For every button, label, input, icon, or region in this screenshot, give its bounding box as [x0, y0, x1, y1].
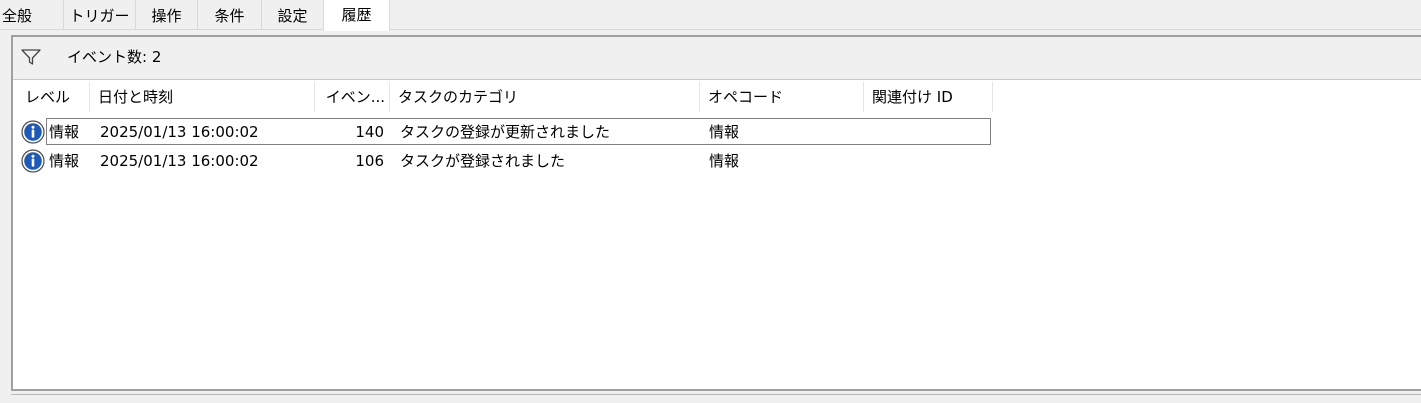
- cell-level: 情報: [49, 152, 80, 170]
- column-header-task-category[interactable]: タスクのカテゴリ: [390, 82, 700, 112]
- tab-settings[interactable]: 設定: [262, 0, 324, 29]
- tab-history[interactable]: 履歴: [323, 0, 390, 31]
- cell-level: 情報: [49, 123, 80, 141]
- history-panel: イベント数: 2 レベル 日付と時刻 イベン... タスクのカテゴリ オペコード…: [11, 35, 1421, 391]
- table-row[interactable]: 情報 2025/01/13 16:00:02 106 タスクが登録されました 情…: [15, 147, 991, 175]
- tab-general[interactable]: 全般: [0, 0, 64, 29]
- information-icon: [21, 120, 45, 144]
- tab-actions[interactable]: 操作: [136, 0, 198, 29]
- column-header-event-id[interactable]: イベン...: [315, 82, 390, 112]
- column-header-correlation-id[interactable]: 関連付け ID: [864, 82, 993, 112]
- filter-icon[interactable]: [21, 48, 41, 66]
- cell-task-category: タスクの登録が更新されました: [400, 123, 611, 141]
- cell-opcode: 情報: [709, 123, 740, 141]
- information-icon: [21, 149, 45, 173]
- cell-event-id: 140: [355, 123, 384, 141]
- filter-bar: イベント数: 2: [13, 37, 1421, 80]
- column-header-opcode[interactable]: オペコード: [700, 82, 864, 112]
- tab-strip: 全般 トリガー 操作 条件 設定 履歴: [0, 0, 1421, 31]
- table-row[interactable]: 情報 2025/01/13 16:00:02 140 タスクの登録が更新されまし…: [15, 118, 991, 146]
- tab-strip-divider: [0, 29, 1421, 30]
- cell-correlation-id: [872, 118, 992, 146]
- cell-correlation-id: [872, 147, 992, 175]
- cell-task-category: タスクが登録されました: [400, 152, 566, 170]
- cell-event-id: 106: [355, 152, 384, 170]
- cell-datetime: 2025/01/13 16:00:02: [100, 123, 259, 141]
- column-header-datetime[interactable]: 日付と時刻: [90, 82, 315, 112]
- column-header-row: レベル 日付と時刻 イベン... タスクのカテゴリ オペコード 関連付け ID: [13, 82, 993, 112]
- cell-opcode: 情報: [709, 152, 740, 170]
- column-header-level[interactable]: レベル: [15, 82, 90, 112]
- tab-conditions[interactable]: 条件: [198, 0, 262, 29]
- tab-triggers[interactable]: トリガー: [64, 0, 136, 29]
- cell-datetime: 2025/01/13 16:00:02: [100, 152, 259, 170]
- event-count-label: イベント数: 2: [67, 48, 162, 66]
